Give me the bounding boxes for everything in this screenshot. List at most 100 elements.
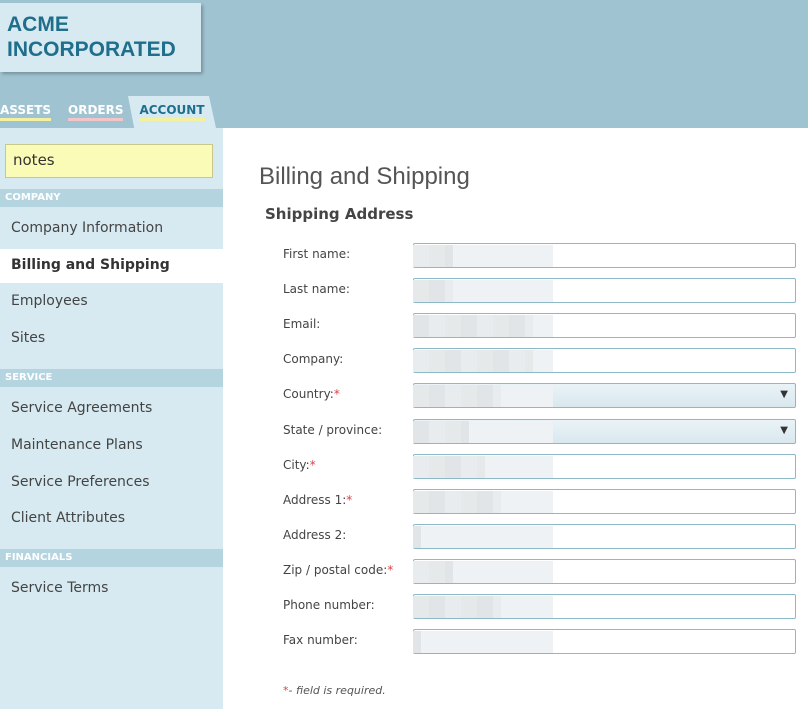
redacted-pixel (413, 491, 429, 513)
redacted-pixel (429, 561, 445, 583)
redacted-pixel (429, 350, 445, 372)
notes-field[interactable]: notes (5, 144, 213, 178)
tab-assets-label: ASSETS (0, 103, 52, 121)
redacted-value (413, 561, 553, 583)
redacted-pixel (477, 456, 485, 478)
label-text-address-1: Address 1: (283, 493, 347, 507)
redacted-value (413, 491, 553, 513)
label-text-email: Email: (283, 317, 321, 331)
redacted-pixel (477, 350, 493, 372)
tab-orders[interactable]: ORDERS (68, 96, 124, 128)
redacted-pixel (413, 350, 429, 372)
tab-assets[interactable]: ASSETS (0, 96, 52, 128)
label-text-fax-number: Fax number: (283, 633, 358, 647)
redacted-pixel (413, 561, 429, 583)
redacted-pixel (429, 491, 445, 513)
sidebar-item-employees[interactable]: Employees (0, 285, 223, 319)
redacted-pixel (461, 350, 477, 372)
redacted-value (413, 350, 553, 372)
tab-account[interactable]: ACCOUNT (128, 96, 216, 128)
redacted-pixel (429, 315, 445, 337)
redacted-pixel (477, 491, 493, 513)
redacted-pixel (445, 561, 453, 583)
logo[interactable]: ACME INCORPORATED (0, 3, 201, 72)
sidebar-item-maintenance-plans[interactable]: Maintenance Plans (0, 429, 223, 463)
redacted-pixel (413, 526, 421, 548)
redacted-pixel (493, 350, 509, 372)
label-text-city: City: (283, 458, 310, 472)
redacted-pixel (413, 421, 429, 443)
sidebar-item-company-information[interactable]: Company Information (0, 212, 223, 246)
redacted-value (413, 596, 553, 618)
label-text-address-2: Address 2: (283, 528, 347, 542)
redacted-pixel (477, 385, 493, 407)
main-content: Billing and Shipping Shipping Address Fi… (223, 128, 808, 709)
required-star: * (387, 563, 394, 577)
tab-orders-label: ORDERS (68, 103, 124, 121)
redacted-pixel (461, 385, 477, 407)
redacted-pixel (509, 315, 525, 337)
label-email: Email: (283, 317, 320, 331)
redacted-pixel (445, 245, 453, 267)
redacted-pixel (429, 596, 445, 618)
redacted-pixel (413, 385, 429, 407)
redacted-pixel (445, 456, 461, 478)
redacted-pixel (445, 491, 461, 513)
redacted-pixel (413, 631, 421, 653)
redacted-pixel (493, 385, 501, 407)
redacted-pixel (413, 456, 429, 478)
label-first-name: First name: (283, 247, 350, 261)
redacted-pixel (429, 456, 445, 478)
chevron-down-icon: ▼ (780, 425, 788, 436)
redacted-pixel (413, 280, 429, 302)
top-tabs: ASSETS ORDERS ACCOUNT (0, 96, 222, 128)
redacted-pixel (477, 596, 493, 618)
logo-line1: ACME (7, 13, 69, 36)
required-note-text: - field is required. (288, 684, 386, 697)
redacted-pixel (493, 315, 509, 337)
redacted-pixel (445, 385, 461, 407)
sidebar-item-service-preferences[interactable]: Service Preferences (0, 466, 223, 500)
section-title: Shipping Address (265, 205, 414, 223)
required-star: * (333, 387, 340, 401)
redacted-value (413, 245, 553, 267)
section-service: SERVICE (0, 369, 223, 387)
label-fax-number: Fax number: (283, 633, 358, 647)
sidebar-item-service-agreements[interactable]: Service Agreements (0, 392, 223, 426)
sidebar-item-client-attributes[interactable]: Client Attributes (0, 502, 223, 536)
required-star: * (309, 458, 316, 472)
redacted-pixel (429, 421, 445, 443)
label-text-phone-number: Phone number: (283, 598, 375, 612)
redacted-pixel (461, 421, 469, 443)
redacted-pixel (413, 596, 429, 618)
label-country: Country:* (283, 387, 340, 401)
redacted-pixel (509, 350, 525, 372)
label-text-first-name: First name: (283, 247, 351, 261)
redacted-pixel (525, 350, 533, 372)
label-text-zip-postal-code: Zip / postal code: (283, 563, 388, 577)
redacted-pixel (493, 596, 501, 618)
sidebar: notes COMPANY Company Information Billin… (0, 128, 223, 709)
redacted-pixel (429, 385, 445, 407)
label-text-country: Country: (283, 387, 334, 401)
label-text-company: Company: (283, 352, 344, 366)
label-address-1: Address 1:* (283, 493, 352, 507)
sidebar-item-sites[interactable]: Sites (0, 322, 223, 356)
chevron-down-icon: ▼ (780, 389, 788, 400)
label-city: City:* (283, 458, 316, 472)
redacted-value (413, 526, 553, 548)
label-state-province: State / province: (283, 423, 382, 437)
redacted-pixel (461, 596, 477, 618)
redacted-pixel (461, 456, 477, 478)
label-company: Company: (283, 352, 343, 366)
redacted-pixel (429, 280, 445, 302)
redacted-pixel (493, 491, 501, 513)
sidebar-item-service-terms[interactable]: Service Terms (0, 572, 223, 606)
redacted-value (413, 456, 553, 478)
required-note: *- field is required. (283, 684, 386, 697)
redacted-pixel (413, 245, 429, 267)
redacted-pixel (445, 421, 461, 443)
redacted-value (413, 315, 553, 337)
sidebar-item-billing-and-shipping[interactable]: Billing and Shipping (0, 249, 223, 283)
label-phone-number: Phone number: (283, 598, 375, 612)
